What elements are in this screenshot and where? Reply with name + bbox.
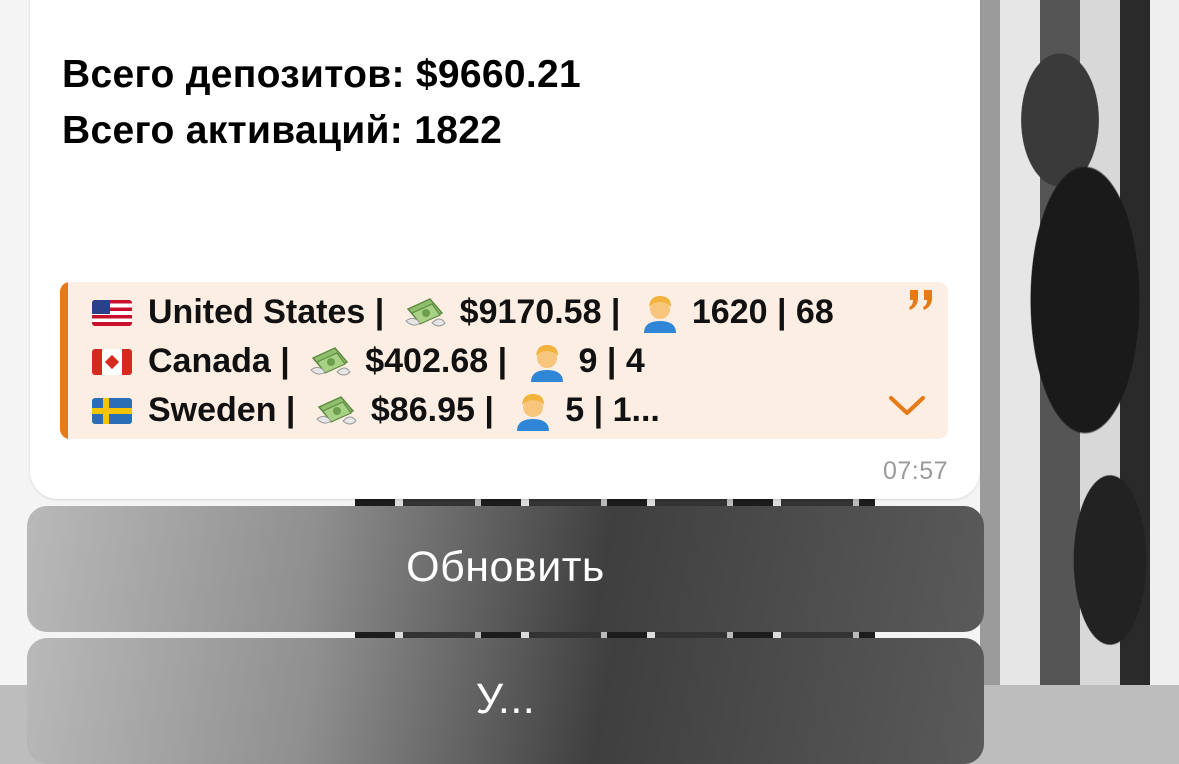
country-row: United States | $9170.58 | 1620 | 68: [92, 288, 908, 337]
chevron-down-icon[interactable]: [888, 394, 926, 418]
separator: |: [365, 293, 394, 331]
separator: |: [474, 391, 504, 429]
separator: |: [270, 342, 300, 380]
country-name: Sweden: [148, 391, 277, 429]
activations-stats: 1620 | 68: [691, 293, 834, 331]
message-stats: Всего депозитов: $9660.21 Всего активаци…: [62, 47, 581, 159]
message-timestamp: 07:57: [882, 457, 948, 485]
separator: |: [276, 391, 305, 429]
separator: |: [601, 293, 630, 331]
quote-mark-icon: [909, 290, 932, 310]
person-icon: [643, 295, 676, 333]
deposit-amount: $9170.58: [459, 293, 602, 331]
total-activations-text: Всего активаций: 1822: [62, 109, 503, 152]
keyboard-button-2[interactable]: У...: [27, 638, 984, 764]
country-stats-quote[interactable]: United States | $9170.58 | 1620 | 68 Can…: [60, 282, 948, 439]
quote-accent-bar: [60, 282, 68, 439]
deposit-amount: $86.95: [370, 391, 475, 429]
canada-flag-icon: [92, 348, 132, 375]
activations-stats: 9 | 4: [578, 342, 645, 380]
activations-stats: 5 | 1...: [565, 391, 660, 429]
person-icon: [517, 393, 550, 431]
country-name: Canada: [148, 342, 271, 380]
message-bubble[interactable]: Всего депозитов: $9660.21 Всего активаци…: [30, 0, 980, 499]
deposit-amount: $402.68: [365, 342, 489, 380]
sweden-flag-icon: [92, 397, 132, 424]
us-flag-icon: [92, 299, 132, 326]
separator: |: [488, 342, 517, 380]
money-with-wings-icon: [404, 297, 446, 326]
money-with-wings-icon: [316, 395, 357, 424]
country-name: United States: [148, 293, 366, 331]
refresh-button[interactable]: Обновить: [27, 506, 984, 632]
country-row: Canada | $402.68 | 9 | 4: [92, 337, 908, 386]
person-icon: [530, 344, 563, 382]
quote-lines: United States | $9170.58 | 1620 | 68 Can…: [92, 288, 908, 435]
money-with-wings-icon: [310, 346, 351, 375]
country-row: Sweden | $86.95 | 5 | 1...: [92, 386, 908, 435]
total-deposits-text: Всего депозитов: $9660.21: [62, 53, 581, 96]
